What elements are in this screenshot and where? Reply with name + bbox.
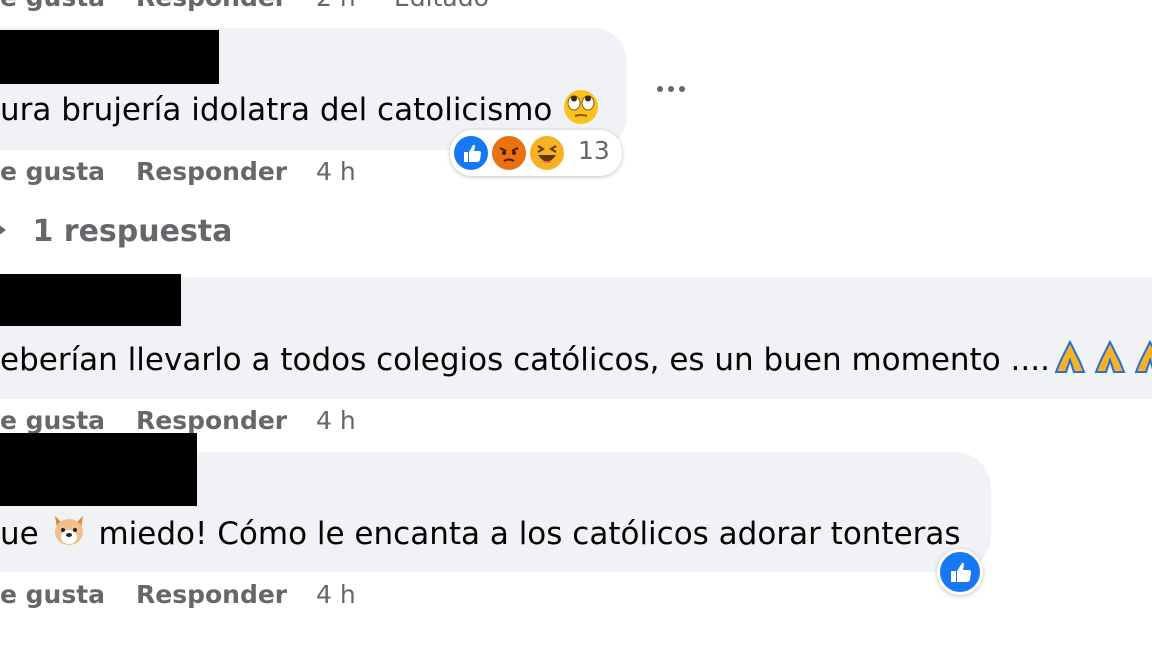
redacted-author-name xyxy=(0,274,181,326)
timestamp[interactable]: 4 h xyxy=(316,152,356,192)
comment-text-end: miedo! Cómo le encanta a los católicos a… xyxy=(98,516,961,552)
angry-icon xyxy=(490,134,528,172)
edited-label: Editado xyxy=(394,0,489,18)
comment-text: ue miedo! Cómo le encanta a los católico… xyxy=(0,510,961,560)
timestamp[interactable]: 4 h xyxy=(316,575,356,615)
replies-count-label: 1 respuesta xyxy=(32,214,233,249)
like-action[interactable]: e gusta xyxy=(0,575,105,615)
redacted-author-name xyxy=(0,433,197,506)
more-options-icon[interactable] xyxy=(652,80,692,98)
reply-action[interactable]: Responder xyxy=(136,152,287,192)
comment-text: eberían llevarlo a todos colegios católi… xyxy=(0,338,1152,386)
eye-roll-emoji xyxy=(562,88,600,136)
redacted-author-name xyxy=(0,30,219,84)
reply-action[interactable]: Responder xyxy=(136,0,287,18)
like-icon xyxy=(452,134,490,172)
comment-text-content: ura brujería idolatra del catolicismo xyxy=(0,92,553,128)
comment-actions: e gusta Responder 4 h xyxy=(0,575,600,615)
view-replies-toggle[interactable]: 1 respuesta xyxy=(0,210,232,254)
timestamp[interactable]: 2 h xyxy=(316,0,356,18)
timestamp[interactable]: 4 h xyxy=(316,401,356,441)
reply-action[interactable]: Responder xyxy=(136,575,287,615)
dog-face-emoji xyxy=(49,510,89,560)
comment-text-content: eberían llevarlo a todos colegios católi… xyxy=(0,342,1050,378)
comment-text: ura brujería idolatra del catolicismo xyxy=(0,88,600,136)
praying-hands-emoji xyxy=(1090,338,1130,386)
comment-text-start: ue xyxy=(0,516,39,552)
like-action[interactable]: e gusta xyxy=(0,152,105,192)
praying-hands-emoji xyxy=(1050,338,1090,386)
like-icon[interactable] xyxy=(937,549,983,595)
chevron-right-icon xyxy=(0,211,12,255)
praying-hands-emoji xyxy=(1130,338,1152,386)
haha-icon xyxy=(528,134,566,172)
like-action[interactable]: e gusta xyxy=(0,0,105,18)
partial-actions-row: e gusta Responder 2 h Editado xyxy=(0,0,600,18)
